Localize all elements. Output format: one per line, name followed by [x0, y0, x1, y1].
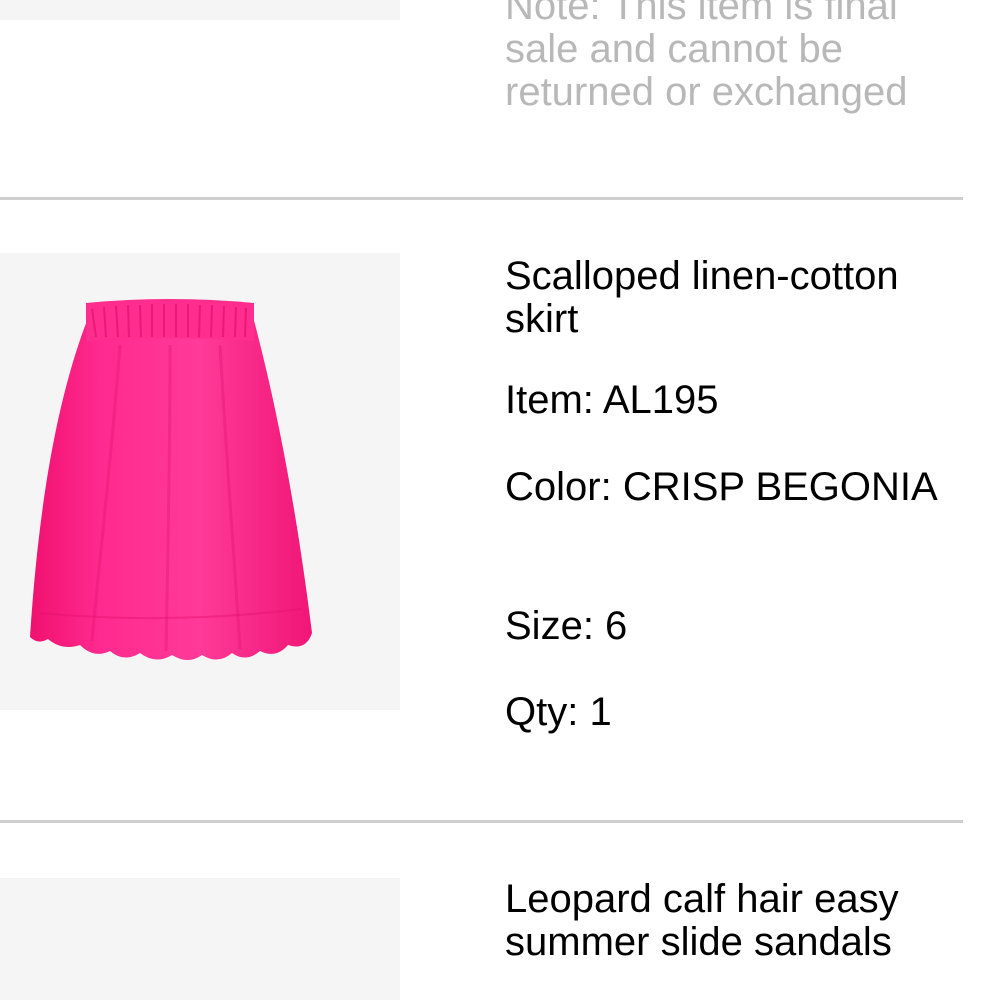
- previous-item-thumbnail[interactable]: [0, 0, 400, 20]
- product-name-next[interactable]: Leopard calf hair easy summer slide sand…: [505, 878, 955, 964]
- item-divider: [0, 820, 963, 823]
- item-quantity: Qty: 1: [505, 690, 612, 734]
- product-name[interactable]: Scalloped linen-cotton skirt: [505, 255, 955, 341]
- order-items-list: Note: This item is final sale and cannot…: [0, 0, 1000, 1000]
- item-divider: [0, 197, 963, 200]
- item-size: Size: 6: [505, 604, 628, 648]
- sandals-product-image[interactable]: [0, 878, 400, 1000]
- final-sale-note: Note: This item is final sale and cannot…: [505, 0, 908, 114]
- pink-skirt-illustration: [30, 299, 312, 660]
- item-color: Color: CRISP BEGONIA: [505, 465, 938, 509]
- item-number: Item: AL195: [505, 378, 719, 422]
- skirt-product-image[interactable]: [0, 253, 400, 710]
